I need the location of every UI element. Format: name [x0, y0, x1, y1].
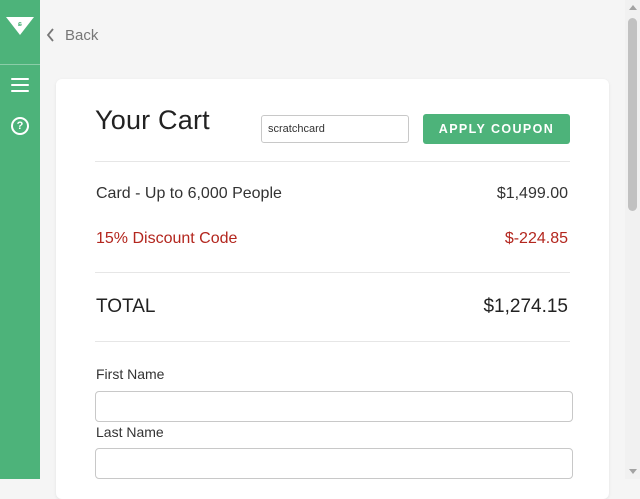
help-icon[interactable]: ? — [11, 117, 29, 135]
last-name-field[interactable] — [95, 448, 573, 479]
chevron-left-icon — [46, 28, 54, 42]
page-title: Your Cart — [95, 105, 210, 135]
sidebar: ɕ ? — [0, 0, 40, 479]
back-label: Back — [65, 26, 99, 44]
total-amount: $1,274.15 — [483, 296, 568, 317]
apply-coupon-button[interactable]: APPLY COUPON — [423, 114, 570, 144]
item-amount: $1,499.00 — [496, 185, 568, 202]
back-link[interactable]: Back — [46, 24, 98, 46]
divider — [95, 272, 570, 273]
total-label: TOTAL — [96, 296, 156, 317]
first-name-label: First Name — [96, 366, 165, 382]
logo-icon[interactable]: ɕ — [4, 14, 36, 38]
discount-amount: $-224.85 — [504, 230, 568, 247]
svg-text:ɕ: ɕ — [18, 21, 22, 28]
discount-label: 15% Discount Code — [96, 230, 238, 247]
scroll-up-arrow-icon[interactable] — [629, 5, 637, 10]
scroll-down-arrow-icon[interactable] — [629, 469, 637, 474]
scroll-thumb[interactable] — [628, 18, 637, 211]
scrollbar[interactable] — [625, 0, 640, 479]
sidebar-divider — [0, 64, 40, 65]
last-name-label: Last Name — [96, 424, 164, 440]
cart-card: Your Cart APPLY COUPON Card - Up to 6,00… — [56, 79, 609, 499]
first-name-field[interactable] — [95, 391, 573, 422]
hamburger-menu-icon[interactable] — [11, 78, 29, 92]
divider — [95, 341, 570, 342]
coupon-input[interactable] — [261, 115, 409, 143]
item-label: Card - Up to 6,000 People — [96, 185, 282, 202]
divider — [95, 161, 570, 162]
